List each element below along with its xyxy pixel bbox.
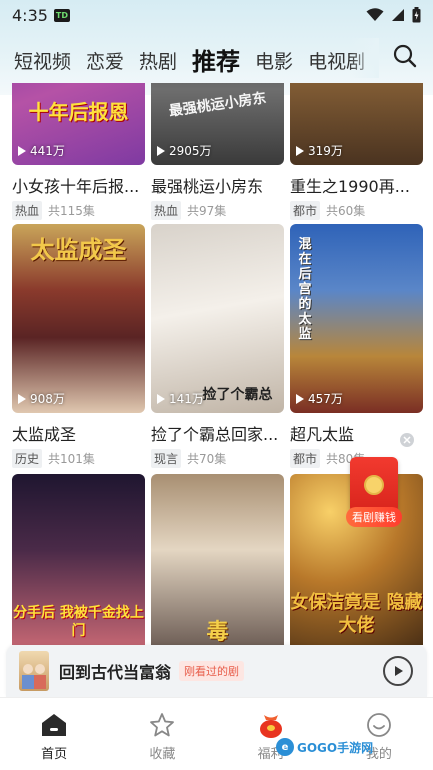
- poster-title-art: 十年后报恩: [28, 100, 129, 124]
- drama-title: 太监成圣: [12, 425, 77, 444]
- site-watermark: e GOGO手游网: [276, 738, 373, 756]
- play-icon: [18, 393, 26, 404]
- play-icon: [157, 393, 165, 404]
- play-icon: [296, 145, 304, 156]
- episode-count: 共97集: [187, 204, 227, 218]
- star-icon: [150, 713, 175, 737]
- poster-title-art: 太监成圣: [30, 235, 127, 264]
- status-bar: 4:35 TD: [0, 0, 433, 30]
- tab-short-video[interactable]: 短视频: [14, 53, 71, 78]
- recent-drama-thumbnail: [19, 651, 49, 691]
- poster-title-art: 女保洁竟是 隐藏大佬: [290, 592, 423, 636]
- search-icon: [393, 44, 417, 68]
- drama-poster: 毒: [151, 474, 284, 645]
- nav-welfare[interactable]: 福利: [217, 698, 325, 770]
- episode-count: 共101集: [48, 452, 95, 466]
- drama-poster: 混在后宫的太监 457万: [290, 224, 423, 413]
- episode-count: 共70集: [187, 452, 227, 466]
- view-count: 319万: [296, 142, 343, 159]
- recent-drama-title: 回到古代当富翁: [59, 663, 172, 682]
- play-icon: [18, 145, 26, 156]
- resume-play-button[interactable]: [383, 656, 413, 686]
- drama-card[interactable]: 十年后报恩 441万 小女孩十年后报... 热血 共115集: [12, 83, 145, 220]
- drama-card[interactable]: 319万 重生之1990再... 都市 共60集: [290, 83, 423, 220]
- drama-grid: 十年后报恩 441万 小女孩十年后报... 热血 共115集 最强桃运小房东 29…: [12, 83, 423, 645]
- drama-poster: 十年后报恩 441万: [12, 83, 145, 165]
- view-count: 457万: [296, 390, 343, 407]
- tab-movie[interactable]: 电影: [255, 53, 293, 78]
- tab-hot[interactable]: 热剧: [139, 53, 177, 78]
- genre-tag: 现言: [151, 449, 182, 468]
- genre-tag: 热血: [151, 201, 182, 220]
- genre-tag: 都市: [290, 449, 321, 468]
- drama-poster: 捡了个霸总 141万: [151, 224, 284, 413]
- app-notification-icon: TD: [53, 8, 70, 22]
- episode-count: 共115集: [48, 204, 95, 218]
- cellular-icon: [392, 9, 404, 21]
- nav-home[interactable]: 首页: [0, 698, 108, 770]
- view-count: 2905万: [157, 142, 212, 159]
- drama-poster: 最强桃运小房东 2905万: [151, 83, 284, 165]
- close-red-packet-button[interactable]: [400, 433, 414, 447]
- recently-watched-bar[interactable]: 回到古代当富翁 刚看过的剧: [6, 645, 427, 697]
- drama-card[interactable]: 混在后宫的太监 457万 超凡太监 都市 共80集: [290, 224, 423, 468]
- drama-poster: 分手后 我被千金找上门: [12, 474, 145, 645]
- close-icon: [403, 436, 411, 444]
- poster-title-art: 毒: [206, 619, 229, 645]
- tab-recommend[interactable]: 推荐: [192, 50, 240, 78]
- view-count: 141万: [157, 390, 204, 407]
- view-count: 908万: [18, 390, 65, 407]
- poster-title-art: 分手后 我被千金找上门: [13, 605, 144, 640]
- red-packet-reward[interactable]: 看剧赚钱: [346, 457, 402, 529]
- home-icon: [42, 714, 67, 736]
- wifi-icon: [366, 8, 384, 21]
- drama-card[interactable]: 分手后 我被千金找上门: [12, 474, 145, 645]
- drama-poster: 太监成圣 908万: [12, 224, 145, 413]
- poster-title-art: 捡了个霸总: [202, 387, 273, 403]
- tab-romance[interactable]: 恋爱: [86, 53, 124, 78]
- battery-icon: [412, 7, 421, 23]
- drama-title: 捡了个霸总回家...: [151, 425, 279, 444]
- watermark-logo-icon: e: [276, 738, 294, 756]
- view-count: 441万: [18, 142, 65, 159]
- drama-card[interactable]: 最强桃运小房东 2905万 最强桃运小房东 热血 共97集: [151, 83, 284, 220]
- drama-card[interactable]: 太监成圣 908万 太监成圣 历史 共101集: [12, 224, 145, 468]
- drama-card[interactable]: 捡了个霸总 141万 捡了个霸总回家... 现言 共70集: [151, 224, 284, 468]
- red-packet-label: 看剧赚钱: [346, 507, 402, 527]
- drama-poster: 319万: [290, 83, 423, 165]
- recently-watched-badge: 刚看过的剧: [179, 661, 245, 681]
- play-icon: [157, 145, 165, 156]
- genre-tag: 历史: [12, 449, 43, 468]
- drama-title: 重生之1990再...: [290, 177, 410, 196]
- gift-bag-icon: [259, 715, 282, 738]
- drama-title: 小女孩十年后报...: [12, 177, 140, 196]
- nav-profile[interactable]: 我的: [325, 698, 433, 770]
- play-icon: [296, 393, 304, 404]
- drama-title: 最强桃运小房东: [151, 177, 264, 196]
- status-time: 4:35: [12, 5, 48, 25]
- genre-tag: 热血: [12, 201, 43, 220]
- play-icon: [395, 666, 403, 676]
- nav-favorites[interactable]: 收藏: [108, 698, 216, 770]
- episode-count: 共60集: [326, 204, 366, 218]
- search-button[interactable]: [391, 42, 419, 70]
- bottom-navigation: 首页 收藏 福利 我的: [0, 697, 433, 770]
- tab-fade: [349, 38, 379, 78]
- smiley-icon: [366, 713, 391, 737]
- drama-card[interactable]: 毒: [151, 474, 284, 645]
- genre-tag: 都市: [290, 201, 321, 220]
- poster-title-art: 混在后宫的太监: [298, 237, 312, 342]
